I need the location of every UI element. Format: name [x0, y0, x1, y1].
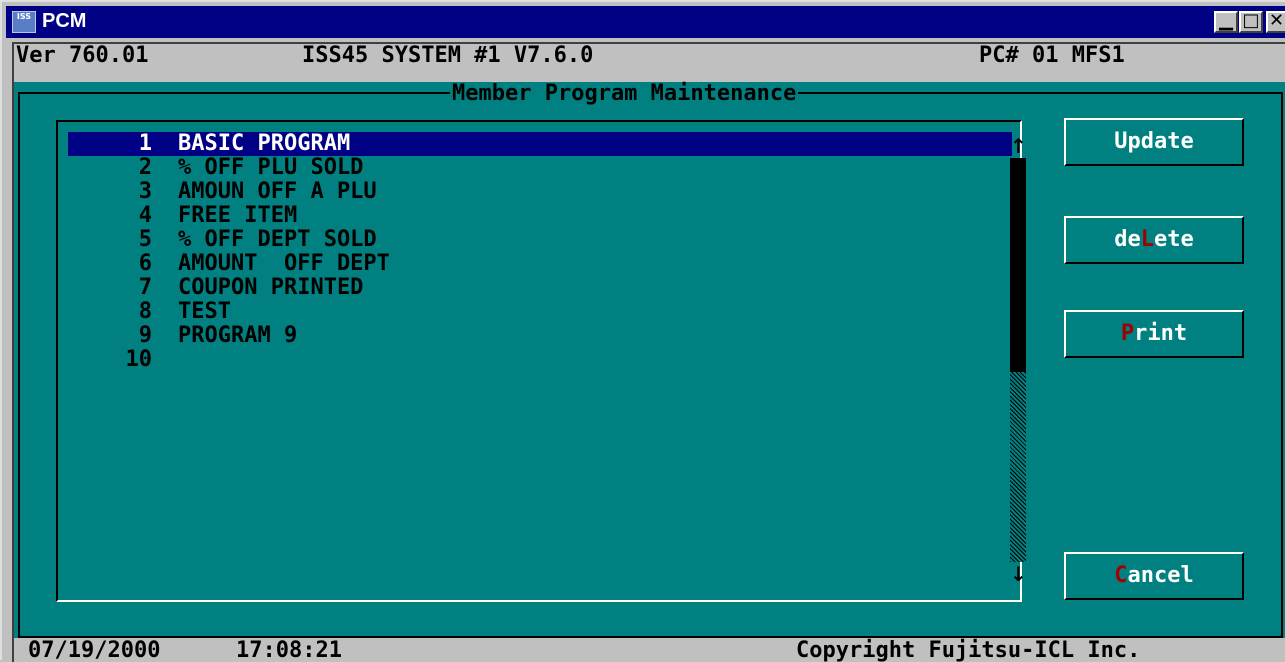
arrow-up-icon[interactable]: ↑	[1010, 134, 1027, 158]
header-bar: Ver 760.01 ISS45 SYSTEM #1 V7.6.0 PC# 01…	[14, 44, 1285, 82]
console-area: Ver 760.01 ISS45 SYSTEM #1 V7.6.0 PC# 01…	[12, 42, 1285, 662]
list-item[interactable]: 4 FREE ITEM	[68, 204, 1012, 228]
list-item-label: % OFF PLU SOLD	[178, 155, 364, 180]
dialog-title: Member Program Maintenance	[450, 81, 799, 106]
close-icon: ✕	[1268, 11, 1285, 31]
list-item[interactable]: 9 PROGRAM 9	[68, 324, 1012, 348]
list-item[interactable]: 10	[68, 348, 1012, 372]
list-item[interactable]: 3 AMOUN OFF A PLU	[68, 180, 1012, 204]
list-item[interactable]: 7 COUPON PRINTED	[68, 276, 1012, 300]
status-time: 17:08:21	[236, 638, 342, 662]
list-item-number: 7	[138, 275, 152, 300]
title-bar[interactable]: ISS PCM ▁ □ ✕	[6, 6, 1285, 38]
status-date: 07/19/2000	[28, 638, 161, 662]
update-button[interactable]: Update	[1064, 118, 1244, 166]
list-item-number: 6	[138, 251, 152, 276]
update-hotkey: U	[1114, 129, 1128, 154]
list-item-number: 8	[138, 299, 152, 324]
minimize-button[interactable]: ▁	[1214, 11, 1238, 33]
system-label: ISS45 SYSTEM #1 V7.6.0	[302, 43, 594, 68]
list-item[interactable]: 1 BASIC PROGRAM	[68, 132, 1012, 156]
print-button[interactable]: Print	[1064, 310, 1244, 358]
list-item-number: 5	[138, 227, 152, 252]
list-item-number: 2	[138, 155, 152, 180]
version-label: Ver 760.01	[16, 43, 149, 68]
status-copyright: Copyright Fujitsu-ICL Inc.	[796, 638, 1141, 662]
print-label-post: rint	[1134, 321, 1188, 346]
cancel-label-post: ancel	[1127, 563, 1194, 588]
pc-label: PC# 01 MFS1	[979, 43, 1125, 68]
cancel-hotkey: C	[1114, 563, 1128, 588]
close-button[interactable]: ✕	[1266, 11, 1285, 33]
delete-label-post: ete	[1154, 227, 1194, 252]
list-item-number: 9	[138, 323, 152, 348]
list-item-number: 3	[138, 179, 152, 204]
app-icon[interactable]: ISS	[12, 11, 36, 33]
list-item-label: % OFF DEPT SOLD	[178, 227, 377, 252]
window-title: PCM	[42, 10, 87, 32]
list-item-label: COUPON PRINTED	[178, 275, 364, 300]
print-hotkey: P	[1120, 321, 1135, 346]
arrow-down-icon[interactable]: ↓	[1010, 562, 1027, 586]
list-item[interactable]: 2 % OFF PLU SOLD	[68, 156, 1012, 180]
scroll-track[interactable]	[1010, 372, 1026, 562]
program-list[interactable]: 1 BASIC PROGRAM 2 % OFF PLU SOLD 3 AMOUN OFF …	[68, 132, 1012, 372]
scroll-thumb[interactable]	[1010, 158, 1026, 372]
minimize-icon: ▁	[1219, 10, 1233, 31]
update-label-post: pdate	[1127, 129, 1194, 154]
pcm-window: ISS PCM ▁ □ ✕ Ver 760.01 ISS45 SYSTEM #1…	[0, 0, 1285, 662]
maximize-icon: □	[1242, 10, 1260, 31]
list-item-number: 10	[125, 347, 153, 372]
list-item-label: TEST	[178, 299, 231, 324]
list-item-number: 1	[138, 131, 152, 156]
cancel-button[interactable]: Cancel	[1064, 552, 1244, 600]
list-item-label: FREE ITEM	[178, 203, 298, 228]
maximize-button[interactable]: □	[1239, 11, 1263, 33]
list-item-number: 4	[138, 203, 152, 228]
status-bar: 07/19/2000 17:08:21 Copyright Fujitsu-IC…	[14, 638, 1285, 662]
list-item-label: BASIC PROGRAM	[178, 131, 351, 156]
list-item-label: AMOUNT OFF DEPT	[178, 251, 390, 276]
list-item[interactable]: 6 AMOUNT OFF DEPT	[68, 252, 1012, 276]
list-scrollbar[interactable]: ↑ ↓	[1010, 134, 1027, 586]
delete-label-pre: de	[1114, 227, 1141, 252]
list-item[interactable]: 5 % OFF DEPT SOLD	[68, 228, 1012, 252]
list-item-label: AMOUN OFF A PLU	[178, 179, 377, 204]
list-item-label: PROGRAM 9	[178, 323, 298, 348]
delete-hotkey: L	[1140, 227, 1154, 252]
delete-button[interactable]: deLete	[1064, 216, 1244, 264]
list-item[interactable]: 8 TEST	[68, 300, 1012, 324]
